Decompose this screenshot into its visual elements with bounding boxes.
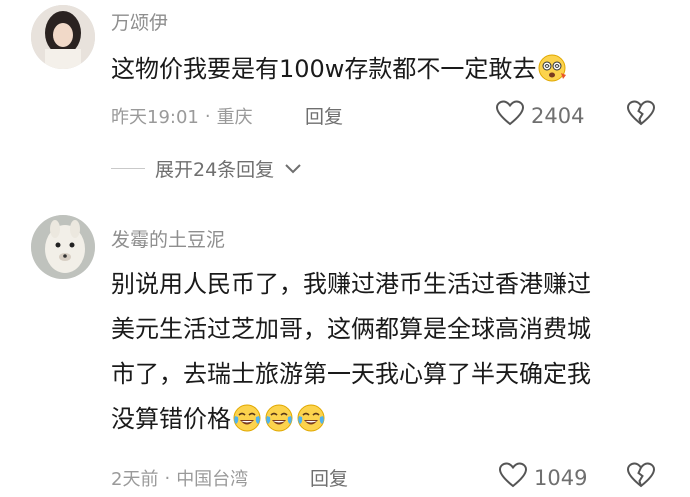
timestamp: 昨天19:01 (111, 107, 199, 128)
broken-heart-icon (626, 100, 656, 131)
timestamp: 2天前 (111, 469, 159, 490)
broken-heart-icon (626, 462, 656, 493)
expand-replies-label: 展开24条回复 (155, 159, 275, 181)
comment-text: 这物价我要是有100w存款都不一定敢去 (111, 47, 671, 91)
tears-of-joy-emoji-icon (264, 403, 294, 433)
comment-text-last-line: 没算错价格 (111, 397, 671, 442)
comment-text: 别说用人民币了，我赚过港币生活过香港赚过 美元生活过芝加哥，这俩都算是全球高消费… (111, 262, 671, 442)
tears-of-joy-emoji-icon (232, 403, 262, 433)
dislike-button[interactable] (626, 461, 656, 489)
dizzy-face-emoji-icon (537, 53, 567, 83)
reply-button[interactable]: 回复 (310, 464, 348, 491)
reply-button[interactable]: 回复 (305, 102, 343, 129)
divider-line (111, 167, 145, 170)
tears-of-joy-emoji-icon (296, 403, 326, 433)
comment-text-content: 这物价我要是有100w存款都不一定敢去 (111, 55, 537, 83)
like-button[interactable]: 2404 (495, 99, 584, 132)
comment-meta: 2天前 · 中国台湾 (111, 465, 248, 491)
like-count: 2404 (531, 103, 585, 128)
comment-meta: 昨天19:01 · 重庆 (111, 103, 253, 129)
comment-text-line: 没算错价格 (111, 405, 231, 433)
username[interactable]: 万颂伊 (111, 8, 168, 35)
username[interactable]: 发霉的土豆泥 (111, 225, 225, 252)
location: 重庆 (216, 107, 253, 128)
comment-text-line: 别说用人民币了，我赚过港币生活过香港赚过 (111, 270, 591, 298)
expand-replies-button[interactable]: 展开24条回复 (111, 155, 302, 182)
like-count: 1049 (534, 465, 588, 490)
like-button[interactable]: 1049 (498, 461, 587, 494)
dislike-button[interactable] (626, 99, 656, 127)
location: 中国台湾 (176, 469, 249, 490)
avatar[interactable] (31, 215, 95, 279)
chevron-down-icon (284, 158, 302, 180)
heart-icon (498, 461, 528, 494)
avatar[interactable] (31, 5, 95, 69)
heart-icon (495, 99, 525, 132)
comment-text-line: 美元生活过芝加哥，这俩都算是全球高消费城 (111, 315, 591, 343)
comment-text-line: 市了，去瑞士旅游第一天我心算了半天确定我 (111, 360, 591, 388)
